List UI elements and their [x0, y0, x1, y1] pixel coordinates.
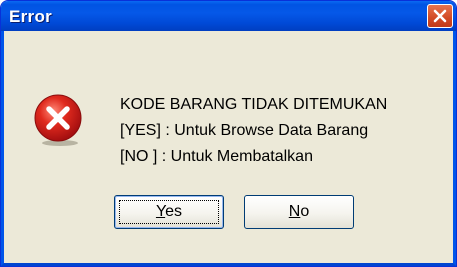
close-button[interactable]	[427, 4, 453, 28]
window-title: Error	[9, 7, 53, 26]
no-button[interactable]: No	[244, 195, 354, 229]
title-bar[interactable]: Error	[1, 1, 456, 31]
message-line: [YES] : Untuk Browse Data Barang	[120, 122, 369, 139]
message-line: [NO ] : Untuk Membatalkan	[120, 148, 313, 165]
error-message: KODE BARANG TIDAK DITEMUKAN [YES] : Untu…	[120, 92, 387, 170]
error-dialog: Error KODE BARANG TIDAK DITEMUKAN [YES] …	[0, 0, 457, 267]
no-label-rest: o	[300, 203, 310, 220]
yes-label-rest: es	[165, 203, 183, 220]
yes-button[interactable]: Yes	[114, 195, 224, 229]
yes-accelerator: Y	[155, 203, 166, 220]
error-icon	[34, 94, 82, 146]
message-line: KODE BARANG TIDAK DITEMUKAN	[120, 96, 388, 113]
no-button-label: No	[289, 203, 309, 220]
no-accelerator: N	[288, 203, 301, 220]
close-icon	[433, 9, 447, 23]
yes-button-label: Yes	[156, 203, 182, 220]
